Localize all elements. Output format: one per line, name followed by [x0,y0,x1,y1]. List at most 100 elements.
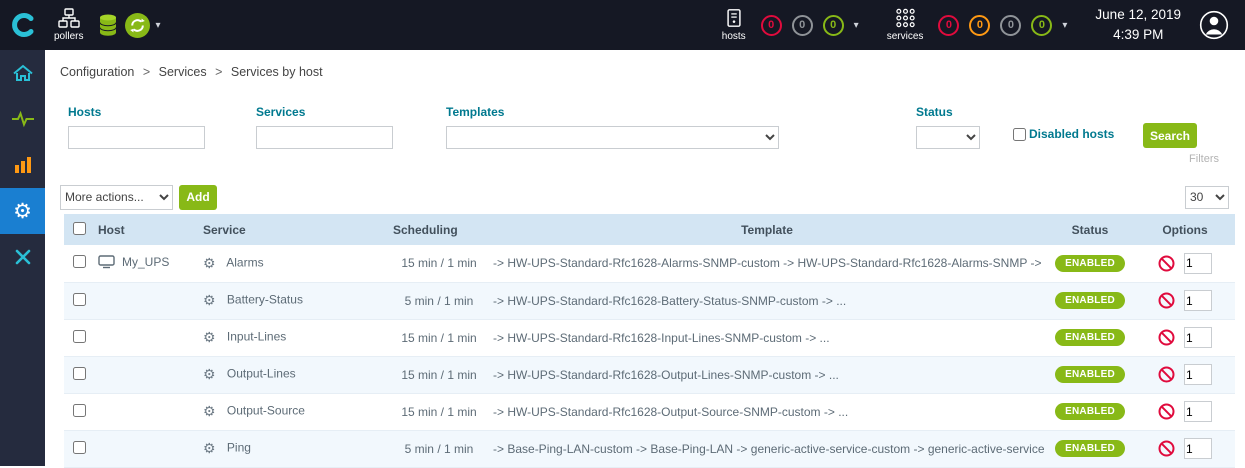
sidebar-item-configuration[interactable]: ⚙ [0,188,45,234]
status-badge: ENABLED [1055,366,1125,383]
table-row: ⚙ Output-Lines 15 min / 1 min -> HW-UPS-… [64,356,1235,393]
row-checkbox[interactable] [73,404,86,417]
chevron-down-icon[interactable]: ▾ [1062,20,1067,31]
duplicate-count-input[interactable] [1184,401,1212,422]
chevron-down-icon[interactable]: ▾ [155,20,160,31]
platform-status-menu[interactable]: ▾ [124,12,164,39]
scheduling-cell: 15 min / 1 min [389,319,489,356]
options-cell [1139,401,1231,422]
options-cell [1139,290,1231,311]
row-checkbox[interactable] [73,330,86,343]
col-header-options[interactable]: Options [1135,214,1235,245]
disable-service-icon[interactable] [1158,366,1175,383]
breadcrumb-separator: > [215,65,222,79]
disabled-hosts-label[interactable]: Disabled hosts [1029,127,1114,141]
duplicate-count-input[interactable] [1184,253,1212,274]
user-menu[interactable] [1199,10,1229,40]
breadcrumb-configuration[interactable]: Configuration [60,65,134,79]
duplicate-count-input[interactable] [1184,290,1212,311]
search-button[interactable]: Search [1143,123,1197,148]
row-checkbox[interactable] [73,255,86,268]
services-menu[interactable]: services [887,8,924,42]
options-cell [1139,364,1231,385]
page-size-select[interactable]: 30 [1185,186,1229,209]
service-gear-icon: ⚙ [203,255,216,271]
table-row: ⚙ Ping 5 min / 1 min -> Base-Ping-LAN-cu… [64,430,1235,467]
actions-toolbar: More actions... Add 30 [45,177,1245,217]
hosts-filter-label: Hosts [68,105,205,119]
services-icon [895,8,916,28]
row-checkbox[interactable] [73,367,86,380]
row-checkbox[interactable] [73,441,86,454]
disable-service-icon[interactable] [1158,292,1175,309]
tools-icon [13,247,33,267]
col-header-status[interactable]: Status [1045,214,1135,245]
col-header-template[interactable]: Template [489,214,1045,245]
user-icon [1199,10,1229,40]
col-header-service[interactable]: Service [199,214,389,245]
hosts-filter-input[interactable] [68,126,205,149]
sidebar-item-monitoring[interactable] [0,96,45,142]
status-counter[interactable]: 0 [792,15,813,36]
col-header-host[interactable]: Host [94,214,199,245]
service-name-link[interactable]: Output-Lines [227,367,296,381]
host-cell-content: My_UPS [98,255,169,269]
service-name-link[interactable]: Ping [227,441,251,455]
options-cell [1139,438,1231,459]
services-table: Host Service Scheduling Template Status … [64,214,1235,468]
chevron-down-icon[interactable]: ▾ [854,20,859,31]
services-filter-input[interactable] [256,126,393,149]
duplicate-count-input[interactable] [1184,364,1212,385]
pollers-menu[interactable]: pollers [54,8,83,42]
disabled-hosts-checkbox[interactable] [1013,128,1026,141]
pollers-icon [58,8,80,28]
templates-filter-select[interactable] [446,126,779,149]
status-counter[interactable]: 0 [969,15,990,36]
status-counter[interactable]: 0 [938,15,959,36]
disabled-hosts-filter: Disabled hosts [1013,127,1114,141]
add-button[interactable]: Add [179,185,217,210]
breadcrumb-services[interactable]: Services [159,65,207,79]
hosts-menu[interactable]: hosts [722,8,746,42]
status-counter[interactable]: 0 [761,15,782,36]
sidebar-item-home[interactable] [0,50,45,96]
status-counter[interactable]: 0 [1000,15,1021,36]
topbar-right: hosts 000 ▾ services 0000 ▾ June 12, 201… [713,5,1245,44]
template-cell: -> HW-UPS-Standard-Rfc1628-Input-Lines-S… [489,319,1045,356]
hosts-label: hosts [722,31,746,42]
topbar: pollers ▾ hosts 000 ▾ [0,0,1245,50]
status-counter[interactable]: 0 [1031,15,1052,36]
sidebar-item-reporting[interactable] [0,142,45,188]
disable-service-icon[interactable] [1158,255,1175,272]
sync-status-icon [124,12,151,39]
col-header-scheduling[interactable]: Scheduling [389,214,489,245]
scheduling-cell: 5 min / 1 min [389,430,489,467]
hosts-icon [724,8,744,28]
centreon-logo[interactable] [0,0,45,50]
filters-caption: Filters [1189,153,1219,165]
service-name-link[interactable]: Alarms [226,255,263,269]
status-filter-select[interactable] [916,126,980,149]
breadcrumb-services-by-host[interactable]: Services by host [231,65,323,79]
duplicate-count-input[interactable] [1184,438,1212,459]
status-counter[interactable]: 0 [823,15,844,36]
status-badge: ENABLED [1055,440,1125,457]
service-name-link[interactable]: Input-Lines [227,330,286,344]
status-badge: ENABLED [1055,403,1125,420]
service-gear-icon: ⚙ [203,329,216,345]
disable-service-icon[interactable] [1158,440,1175,457]
sidebar-item-administration[interactable] [0,234,45,280]
row-checkbox[interactable] [73,293,86,306]
disable-service-icon[interactable] [1158,329,1175,346]
service-name-link[interactable]: Output-Source [227,404,305,418]
host-name-link[interactable]: My_UPS [122,255,169,269]
disable-service-icon[interactable] [1158,403,1175,420]
duplicate-count-input[interactable] [1184,327,1212,348]
database-status[interactable] [98,13,118,37]
service-gear-icon: ⚙ [203,440,216,456]
pollers-label: pollers [54,31,83,42]
more-actions-select[interactable]: More actions... [60,185,173,210]
service-name-link[interactable]: Battery-Status [227,293,303,307]
select-all-checkbox[interactable] [73,222,86,235]
host-icon [98,255,115,269]
